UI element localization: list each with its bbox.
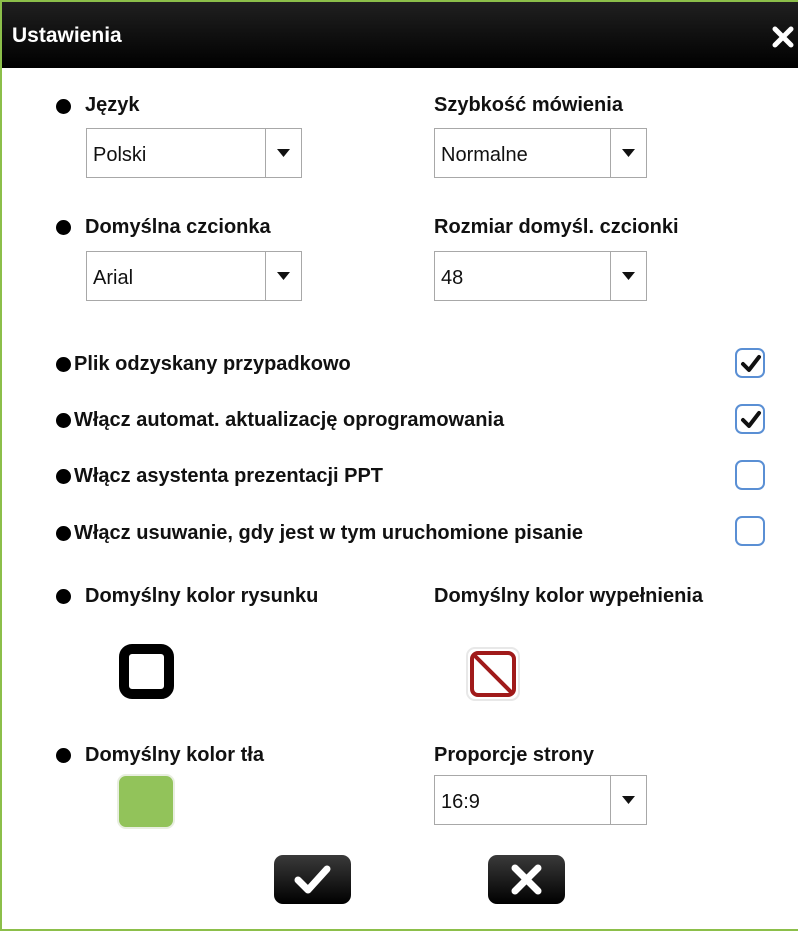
bullet-icon [56, 526, 71, 541]
default-font-size-label: Rozmiar domyśl. czcionki [434, 216, 679, 238]
background-color-swatch[interactable] [117, 774, 175, 829]
option-label-ppt-assistant: Włącz asystenta prezentacji PPT [74, 465, 384, 487]
chevron-down-icon[interactable] [610, 252, 646, 300]
bullet-icon [56, 220, 71, 235]
default-font-size-select[interactable]: 48 [434, 251, 647, 301]
title-bar: Ustawienia [2, 2, 798, 68]
language-select[interactable]: Polski [86, 128, 302, 178]
bullet-icon [56, 99, 71, 114]
auto-update-checkbox[interactable] [735, 404, 765, 434]
checkmark-icon [741, 411, 761, 428]
settings-dialog: Ustawienia Język Polski Szybkość mówieni… [0, 0, 798, 931]
default-font-size-select-value: 48 [441, 267, 464, 289]
confirm-button[interactable] [274, 855, 351, 904]
bullet-icon [56, 469, 71, 484]
chevron-down-icon[interactable] [265, 252, 301, 300]
checkmark-icon [741, 355, 761, 372]
cancel-button[interactable] [488, 855, 565, 904]
chevron-down-icon[interactable] [610, 129, 646, 177]
default-font-label: Domyślna czcionka [85, 216, 271, 238]
default-font-select[interactable]: Arial [86, 251, 302, 301]
recovered-file-checkbox[interactable] [735, 348, 765, 378]
aspect-ratio-select-value: 16:9 [441, 791, 480, 813]
speech-speed-select[interactable]: Normalne [434, 128, 647, 178]
speech-speed-select-value: Normalne [441, 144, 528, 166]
aspect-ratio-label: Proporcje strony [434, 744, 595, 766]
bullet-icon [56, 413, 71, 428]
aspect-ratio-select[interactable]: 16:9 [434, 775, 647, 825]
chevron-down-icon[interactable] [265, 129, 301, 177]
language-label: Język [85, 94, 140, 116]
chevron-down-icon[interactable] [610, 776, 646, 824]
background-color-label: Domyślny kolor tła [85, 744, 264, 766]
option-label-erase-while-writing: Włącz usuwanie, gdy jest w tym uruchomio… [74, 522, 583, 544]
option-label-recovered-file: Plik odzyskany przypadkowo [74, 353, 351, 375]
draw-color-swatch[interactable] [119, 644, 174, 699]
erase-while-writing-checkbox[interactable] [735, 516, 765, 546]
fill-color-label: Domyślny kolor wypełnienia [434, 585, 703, 607]
draw-color-label: Domyślny kolor rysunku [85, 585, 319, 607]
language-select-value: Polski [93, 144, 147, 166]
dialog-title: Ustawienia [12, 24, 122, 47]
close-icon[interactable] [772, 26, 794, 48]
bullet-icon [56, 589, 71, 604]
x-icon [511, 864, 542, 895]
check-icon [294, 865, 331, 894]
default-font-select-value: Arial [93, 267, 134, 289]
bullet-icon [56, 357, 71, 372]
bullet-icon [56, 748, 71, 763]
no-fill-swatch-icon[interactable] [463, 644, 523, 704]
ppt-assistant-checkbox[interactable] [735, 460, 765, 490]
speech-speed-label: Szybkość mówienia [434, 94, 623, 116]
option-label-auto-update: Włącz automat. aktualizację oprogramowan… [74, 409, 505, 431]
